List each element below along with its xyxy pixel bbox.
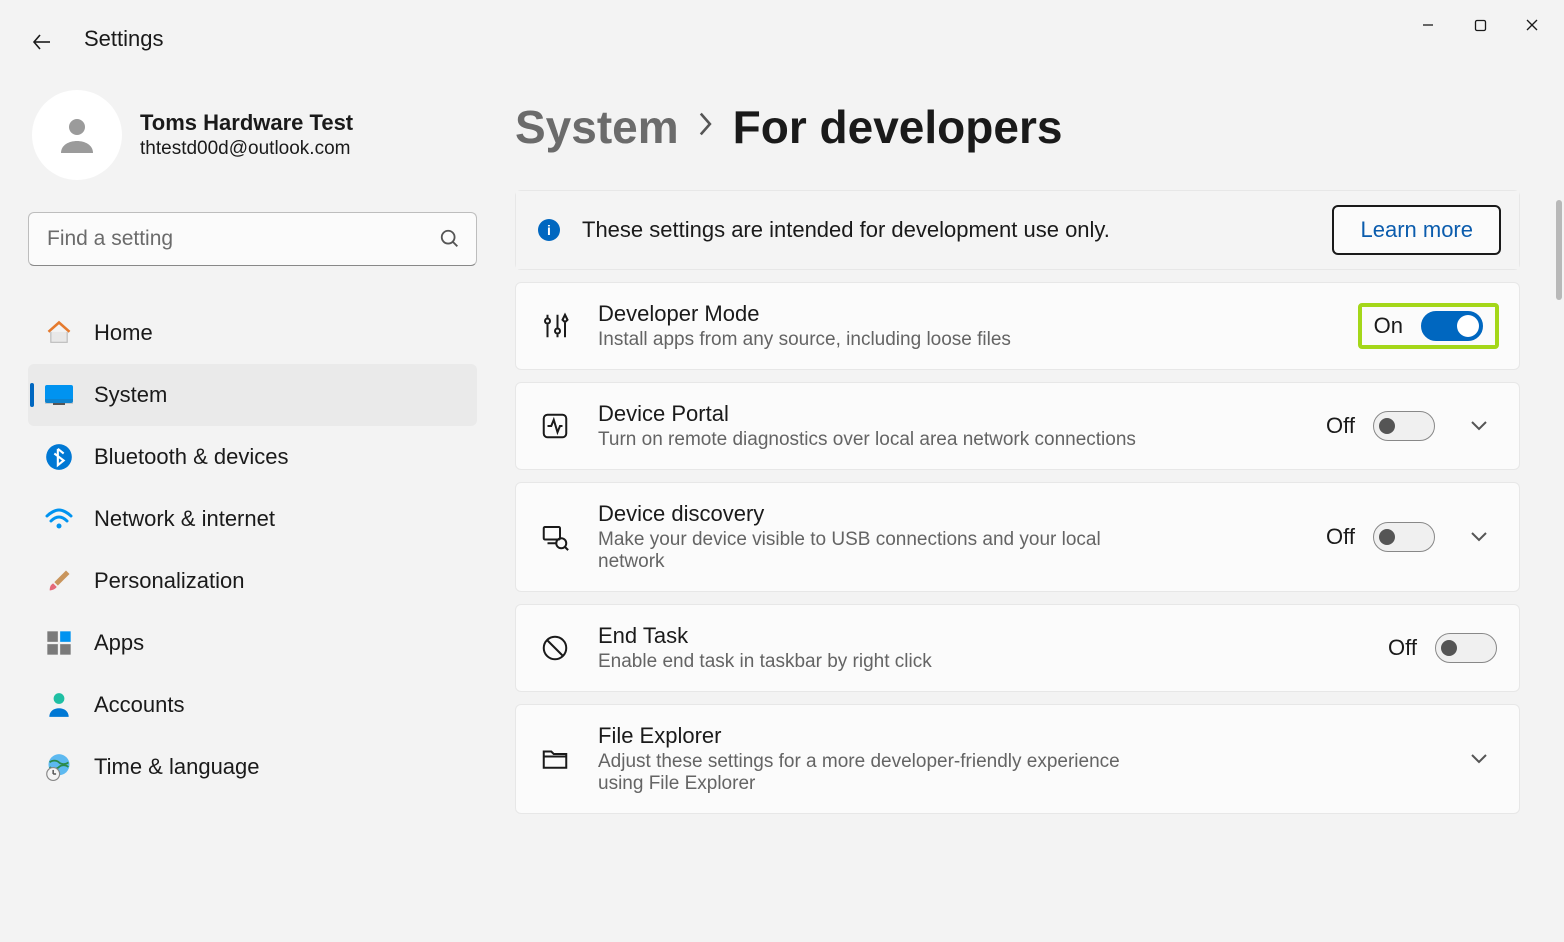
discovery-icon: [538, 520, 572, 554]
setting-desc: Enable end task in taskbar by right clic…: [598, 651, 1168, 673]
nav-item-network[interactable]: Network & internet: [28, 488, 477, 550]
setting-desc: Install apps from any source, including …: [598, 329, 1168, 351]
developer-mode-toggle[interactable]: [1421, 311, 1483, 341]
accounts-icon: [44, 690, 74, 720]
folder-icon: [538, 742, 572, 776]
app-title: Settings: [84, 26, 164, 52]
nav-label: System: [94, 382, 167, 408]
setting-title: End Task: [598, 623, 1362, 649]
activity-icon: [538, 409, 572, 443]
nav-item-system[interactable]: System: [28, 364, 477, 426]
titlebar: [0, 0, 1564, 50]
toggle-label: Off: [1326, 524, 1355, 550]
maximize-button[interactable]: [1454, 5, 1506, 45]
prohibit-icon: [538, 631, 572, 665]
wifi-icon: [44, 504, 74, 534]
nav-item-accounts[interactable]: Accounts: [28, 674, 477, 736]
nav-label: Network & internet: [94, 506, 275, 532]
chevron-right-icon: [697, 111, 715, 144]
tools-icon: [538, 309, 572, 343]
nav-item-personalization[interactable]: Personalization: [28, 550, 477, 612]
setting-title: Developer Mode: [598, 301, 1332, 327]
nav-label: Bluetooth & devices: [94, 444, 288, 470]
device-portal-toggle[interactable]: [1373, 411, 1435, 441]
learn-more-button[interactable]: Learn more: [1332, 205, 1501, 255]
highlight-annotation: On: [1358, 303, 1499, 349]
nav-item-home[interactable]: Home: [28, 302, 477, 364]
main-content: System For developers i These settings a…: [505, 50, 1564, 942]
setting-desc: Turn on remote diagnostics over local ar…: [598, 429, 1168, 451]
setting-end-task: End Task Enable end task in taskbar by r…: [515, 604, 1520, 692]
search-wrap: [28, 212, 477, 266]
scrollbar-thumb[interactable]: [1556, 200, 1562, 300]
system-icon: [44, 380, 74, 410]
nav-item-bluetooth[interactable]: Bluetooth & devices: [28, 426, 477, 488]
nav-label: Accounts: [94, 692, 185, 718]
back-button[interactable]: [28, 28, 56, 56]
setting-file-explorer[interactable]: File Explorer Adjust these settings for …: [515, 704, 1520, 814]
breadcrumb: System For developers: [515, 100, 1520, 154]
nav-label: Apps: [94, 630, 144, 656]
setting-device-portal[interactable]: Device Portal Turn on remote diagnostics…: [515, 382, 1520, 470]
setting-desc: Make your device visible to USB connecti…: [598, 529, 1168, 573]
profile-email: thtestd00d@outlook.com: [140, 138, 353, 160]
info-icon: i: [538, 219, 560, 241]
breadcrumb-current: For developers: [733, 100, 1063, 154]
chevron-down-icon[interactable]: [1461, 741, 1497, 777]
info-text: These settings are intended for developm…: [582, 217, 1310, 243]
nav-item-apps[interactable]: Apps: [28, 612, 477, 674]
profile-section[interactable]: Toms Hardware Test thtestd00d@outlook.co…: [28, 90, 477, 180]
setting-device-discovery[interactable]: Device discovery Make your device visibl…: [515, 482, 1520, 592]
profile-name: Toms Hardware Test: [140, 110, 353, 136]
toggle-label: On: [1374, 313, 1403, 339]
nav-label: Personalization: [94, 568, 244, 594]
breadcrumb-parent[interactable]: System: [515, 100, 679, 154]
setting-title: File Explorer: [598, 723, 1435, 749]
apps-icon: [44, 628, 74, 658]
minimize-button[interactable]: [1402, 5, 1454, 45]
device-discovery-toggle[interactable]: [1373, 522, 1435, 552]
chevron-down-icon[interactable]: [1461, 408, 1497, 444]
setting-developer-mode: Developer Mode Install apps from any sou…: [515, 282, 1520, 370]
search-input[interactable]: [28, 212, 477, 266]
chevron-down-icon[interactable]: [1461, 519, 1497, 555]
nav-label: Home: [94, 320, 153, 346]
nav-item-time[interactable]: Time & language: [28, 736, 477, 798]
end-task-toggle[interactable]: [1435, 633, 1497, 663]
info-card: i These settings are intended for develo…: [515, 190, 1520, 270]
brush-icon: [44, 566, 74, 596]
bluetooth-icon: [44, 442, 74, 472]
clock-globe-icon: [44, 752, 74, 782]
nav-label: Time & language: [94, 754, 260, 780]
sidebar: Toms Hardware Test thtestd00d@outlook.co…: [0, 50, 505, 942]
toggle-label: Off: [1326, 413, 1355, 439]
home-icon: [44, 318, 74, 348]
close-button[interactable]: [1506, 5, 1558, 45]
avatar: [32, 90, 122, 180]
search-icon: [439, 228, 461, 250]
setting-title: Device Portal: [598, 401, 1300, 427]
toggle-label: Off: [1388, 635, 1417, 661]
setting-title: Device discovery: [598, 501, 1300, 527]
setting-desc: Adjust these settings for a more develop…: [598, 751, 1168, 795]
nav: Home System Bluetooth & devices Network …: [28, 302, 477, 798]
